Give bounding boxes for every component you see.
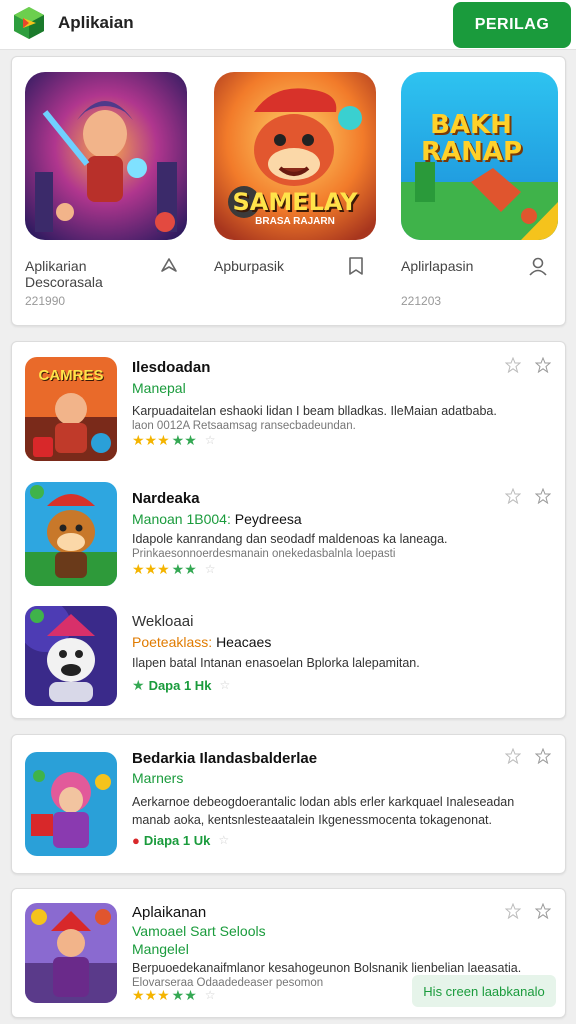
- app-subtitle: Manepal: [132, 380, 186, 396]
- app-title[interactable]: Nardeaka: [132, 490, 200, 507]
- featured-art-title-2: SAMELAY: [232, 188, 358, 216]
- star-outline-icon[interactable]: [534, 356, 552, 374]
- app-subtitle: Vamoael Sart Selools: [132, 923, 266, 939]
- rating-stars: ★★★ ★★ ☆: [132, 431, 216, 448]
- featured-app-thumbnail-2[interactable]: SAMELAY BRASA RAJARN: [214, 72, 376, 240]
- app-thumbnail[interactable]: [25, 482, 117, 586]
- app-thumbnail-art-title: CAMRES: [38, 367, 104, 384]
- app-title[interactable]: Wekloaai: [132, 613, 193, 630]
- app-logo-icon: [12, 6, 46, 40]
- featured-app-label-3: Aplirlapasin: [401, 258, 474, 274]
- rating-stars: ● Diapa 1 Uk ☆: [132, 832, 230, 848]
- featured-app-thumbnail-3[interactable]: BAKH RANAP: [401, 72, 558, 240]
- star-outline-icon[interactable]: [504, 747, 522, 765]
- featured-art-subtitle-2: BRASA RAJARN: [255, 216, 335, 227]
- featured-app-label-1: Aplikarian Descorasala: [25, 258, 103, 291]
- app-subtitle: Manoan 1B004: Peydreesa: [132, 511, 302, 527]
- app-description: Idapole kanrandang dan seodadf maldenoas…: [132, 532, 448, 561]
- featured-app-thumbnail-1[interactable]: [25, 72, 187, 240]
- featured-app-meta-3: 221203: [401, 294, 442, 308]
- app-subtitle: Marners: [132, 770, 184, 786]
- featured-art-title-3: BAKH RANAP: [421, 110, 523, 168]
- star-outline-icon[interactable]: [504, 487, 522, 505]
- star-outline-icon[interactable]: [504, 356, 522, 374]
- app-title[interactable]: Bedarkia Ilandasbalderlae: [132, 750, 317, 767]
- install-button[interactable]: PERILAG: [453, 2, 571, 48]
- app-thumbnail[interactable]: [25, 606, 117, 706]
- share-icon[interactable]: [159, 256, 179, 276]
- app-description: Karpuadaitelan eshaoki lidan I beam blla…: [132, 404, 497, 433]
- rating-stars: ★★★ ★★ ☆: [132, 560, 216, 577]
- app-description: Ilapen batal Intanan enasoelan Bplorka l…: [132, 656, 420, 670]
- app-title[interactable]: Aplaikanan: [132, 904, 206, 921]
- app-subtitle: Poeteaklass: Heacaes: [132, 634, 272, 650]
- app-subtitle-secondary: Mangelel: [132, 941, 189, 957]
- toast-message[interactable]: His creen laabkanalo: [412, 975, 556, 1007]
- star-outline-icon[interactable]: [504, 902, 522, 920]
- rating-stars: ★ Dapa 1 Hk ☆: [132, 676, 231, 693]
- app-thumbnail[interactable]: CAMRES: [25, 357, 117, 461]
- app-title[interactable]: Ilesdoadan: [132, 359, 210, 376]
- app-thumbnail[interactable]: [25, 903, 117, 1003]
- star-outline-icon[interactable]: [534, 902, 552, 920]
- star-outline-icon[interactable]: [534, 487, 552, 505]
- featured-app-label-2: Apburpasik: [214, 258, 285, 274]
- app-description: Aerkarnoe debeogdoerantalic lodan abls e…: [132, 795, 515, 828]
- app-title: Aplikaian: [58, 13, 134, 32]
- app-thumbnail[interactable]: [25, 752, 117, 856]
- star-outline-icon[interactable]: [534, 747, 552, 765]
- top-app-bar: Aplikaian PERILAG: [0, 0, 576, 50]
- rating-stars: ★★★ ★★ ☆: [132, 986, 216, 1003]
- user-icon[interactable]: [528, 256, 548, 276]
- featured-app-meta-1: 221990: [25, 294, 66, 308]
- bookmark-icon[interactable]: [346, 256, 366, 276]
